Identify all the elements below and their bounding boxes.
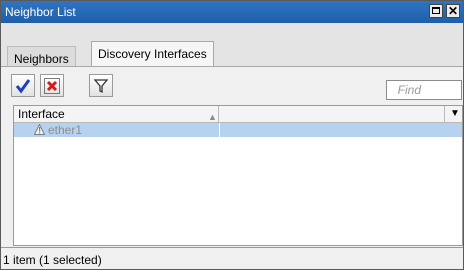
interfaces-table: Interface ▲ ▼ ether1 [13,105,463,246]
check-icon [15,79,31,94]
status-bar: 1 item (1 selected) [1,247,463,269]
disable-button[interactable] [40,74,64,97]
interface-cell: ether1 [48,123,83,137]
tab-discovery-interfaces[interactable]: Discovery Interfaces [91,41,214,67]
column-dropdown-icon[interactable]: ▼ [450,106,460,122]
window-title: Neighbor List [5,5,76,19]
table-row[interactable]: ether1 [14,123,462,137]
enable-button[interactable] [11,74,35,97]
maximize-button[interactable] [429,4,443,18]
x-icon [44,78,60,94]
title-bar[interactable]: Neighbor List ✕ [1,1,463,23]
maximize-icon [432,7,440,14]
column-header-empty[interactable] [220,106,445,122]
close-button[interactable]: ✕ [446,4,460,18]
warning-triangle-icon [34,124,45,135]
neighbor-list-window: Neighbor List ✕ Neighbors Discovery Inte… [0,0,464,270]
column-header-interface[interactable]: Interface ▲ [16,106,219,122]
find-input[interactable]: Find [386,80,462,100]
filter-button[interactable] [89,74,113,97]
table-header: Interface ▲ ▼ [14,106,462,123]
tab-neighbors[interactable]: Neighbors [7,46,76,68]
close-icon: ✕ [447,4,459,18]
column-divider [219,123,220,137]
filter-icon [93,79,109,94]
